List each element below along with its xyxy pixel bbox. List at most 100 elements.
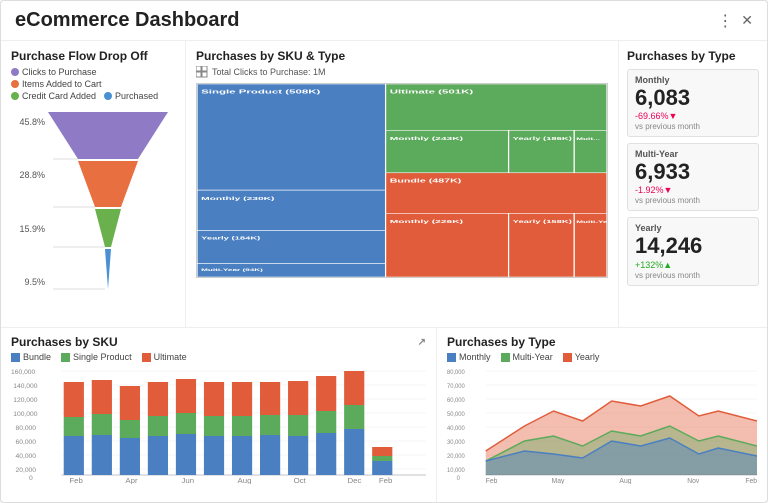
monthly-sq <box>447 353 456 362</box>
sku-subtitle-text: Total Clicks to Purchase: 1M <box>212 67 326 77</box>
sku-chart-title: Purchases by SKU <box>11 335 118 349</box>
metric-yearly-value: 14,246 <box>635 234 751 258</box>
table-icon <box>196 66 208 78</box>
legend-monthly-type: Monthly <box>447 352 491 362</box>
svg-text:Bundle (487K): Bundle (487K) <box>390 178 462 184</box>
svg-text:0: 0 <box>29 475 33 482</box>
svg-text:Aug: Aug <box>238 476 252 484</box>
close-icon[interactable]: ✕ <box>741 12 753 29</box>
metric-monthly-change: -69.66%▼ <box>635 111 751 121</box>
bundle-legend-label: Bundle <box>23 352 51 362</box>
metric-monthly-value: 6,083 <box>635 86 751 110</box>
metric-yearly-change: +132%▲ <box>635 260 751 270</box>
metric-multiyear-vs: vs previous month <box>635 196 751 205</box>
dashboard: eCommerce Dashboard ⋮ ✕ Purchase Flow Dr… <box>0 0 768 503</box>
metric-monthly-label: Monthly <box>635 75 751 85</box>
svg-text:May: May <box>552 478 565 484</box>
svg-text:20,000: 20,000 <box>15 467 36 474</box>
more-icon[interactable]: ⋮ <box>717 11 733 31</box>
legend-single: Single Product <box>61 352 132 362</box>
legend-multiyear-type: Multi-Year <box>501 352 553 362</box>
ultimate-legend-label: Ultimate <box>154 352 187 362</box>
svg-text:10,000: 10,000 <box>447 468 465 474</box>
sku-subtitle: Total Clicks to Purchase: 1M <box>196 66 608 78</box>
treemap-svg: Single Product (508K) Monthly (230K) Yea… <box>197 84 607 277</box>
main-content: Purchase Flow Drop Off Clicks to Purchas… <box>1 41 767 327</box>
svg-text:Mult...: Mult... <box>576 137 600 141</box>
clicks-dot <box>11 68 19 76</box>
svg-text:Yearly (186K): Yearly (186K) <box>513 136 573 141</box>
metric-multiyear-change: -1.92%▼ <box>635 185 751 195</box>
header: eCommerce Dashboard ⋮ ✕ <box>1 1 767 41</box>
type-chart-legend: Monthly Multi-Year Yearly <box>447 352 757 362</box>
svg-text:80,000: 80,000 <box>447 370 465 376</box>
metric-monthly: Monthly 6,083 -69.66%▼ vs previous month <box>627 69 759 137</box>
svg-text:160,000: 160,000 <box>11 369 36 376</box>
type-chart-title-row: Purchases by Type <box>447 335 757 349</box>
purchased-label: Purchased <box>115 91 158 101</box>
type-area-chart: 80,000 70,000 60,000 50,000 40,000 30,00… <box>447 366 757 484</box>
purchases-by-type-title: Purchases by Type <box>627 49 759 63</box>
sku-type-title: Purchases by SKU & Type <box>196 49 608 63</box>
svg-text:20,000: 20,000 <box>447 454 465 460</box>
svg-text:Monthly (243K): Monthly (243K) <box>390 136 464 141</box>
funnel-labels: 45.8% 28.8% 15.9% 9.5% <box>11 107 49 297</box>
single-legend-label: Single Product <box>73 352 132 362</box>
ultimate-sq <box>142 353 151 362</box>
sku-type-panel: Purchases by SKU & Type Total Clicks to … <box>186 41 619 327</box>
svg-text:Monthly (226K): Monthly (226K) <box>390 219 464 224</box>
svg-text:Oct: Oct <box>294 476 306 484</box>
type-chart-panel: Purchases by Type Monthly Multi-Year Yea… <box>437 328 767 502</box>
svg-text:Dec: Dec <box>347 476 361 484</box>
export-icon[interactable]: ↗ <box>418 337 426 348</box>
type-chart-title: Purchases by Type <box>447 335 556 349</box>
svg-text:Yearly (158K): Yearly (158K) <box>513 219 573 224</box>
purchases-by-type-panel: Purchases by Type Monthly 6,083 -69.66%▼… <box>619 41 767 327</box>
purchased-dot <box>104 92 112 100</box>
funnel-label-3: 9.5% <box>11 277 49 287</box>
svg-text:Ultimate (501K): Ultimate (501K) <box>390 89 474 95</box>
legend-ultimate: Ultimate <box>142 352 187 362</box>
svg-text:Single Product (508K): Single Product (508K) <box>201 89 320 95</box>
svg-text:80,000: 80,000 <box>15 425 36 432</box>
svg-text:70,000: 70,000 <box>447 384 465 390</box>
svg-text:Feb: Feb <box>379 476 393 484</box>
legend-bundle: Bundle <box>11 352 51 362</box>
metric-multiyear-label: Multi-Year <box>635 149 751 159</box>
bottom-row: Purchases by SKU ↗ Bundle Single Product… <box>1 327 767 502</box>
sku-chart-panel: Purchases by SKU ↗ Bundle Single Product… <box>1 328 437 502</box>
svg-text:30,000: 30,000 <box>447 440 465 446</box>
svg-text:Feb: Feb <box>486 478 498 484</box>
purchase-flow-panel: Purchase Flow Drop Off Clicks to Purchas… <box>1 41 186 327</box>
svg-text:Yearly (184K): Yearly (184K) <box>201 235 261 240</box>
legend-purchased: Purchased <box>104 91 158 101</box>
cart-label: Items Added to Cart <box>22 79 102 89</box>
monthly-type-label: Monthly <box>459 352 491 362</box>
cart-dot <box>11 80 19 88</box>
svg-text:Multi-Ye...: Multi-Ye... <box>576 220 607 224</box>
svg-text:Nov: Nov <box>687 478 700 484</box>
legend-credit-card: Credit Card Added <box>11 91 96 101</box>
metric-yearly-label: Yearly <box>635 223 751 233</box>
cc-dot <box>11 92 19 100</box>
svg-text:100,000: 100,000 <box>13 411 38 418</box>
metric-monthly-vs: vs previous month <box>635 122 751 131</box>
sku-chart-title-row: Purchases by SKU ↗ <box>11 335 426 349</box>
funnel-label-1: 28.8% <box>11 170 49 180</box>
metric-multiyear-value: 6,933 <box>635 160 751 184</box>
purchase-flow-legend: Clicks to Purchase Items Added to Cart C… <box>11 67 175 101</box>
legend-items-cart: Items Added to Cart <box>11 79 102 89</box>
legend-clicks: Clicks to Purchase <box>11 67 97 77</box>
clicks-label: Clicks to Purchase <box>22 67 97 77</box>
sku-bar-chart: 160,000 140,000 120,000 100,000 80,000 6… <box>11 366 426 484</box>
svg-text:Jun: Jun <box>181 476 194 484</box>
cc-label: Credit Card Added <box>22 91 96 101</box>
svg-text:120,000: 120,000 <box>13 397 38 404</box>
bundle-sq <box>11 353 20 362</box>
svg-text:40,000: 40,000 <box>447 426 465 432</box>
svg-text:Aug: Aug <box>619 478 631 484</box>
funnel-chart: 45.8% 28.8% 15.9% 9.5% <box>11 107 175 297</box>
yearly-sq <box>563 353 572 362</box>
single-sq <box>61 353 70 362</box>
funnel-label-0: 45.8% <box>11 117 49 127</box>
